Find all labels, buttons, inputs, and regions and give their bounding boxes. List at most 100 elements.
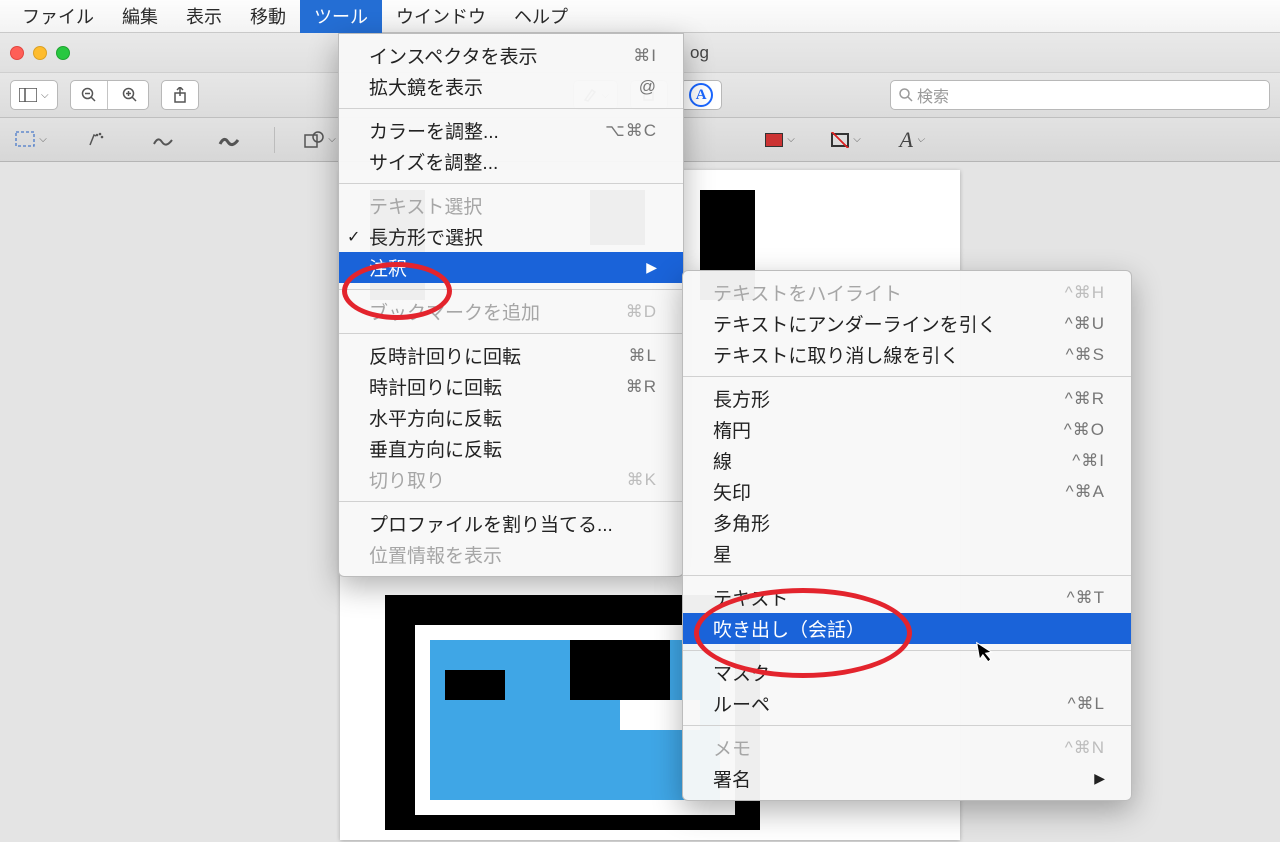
tools-menu-item-7[interactable]: ✓長方形で選択 <box>339 221 683 252</box>
annot-menu-item-17: メモ^⌘N <box>683 732 1131 763</box>
menu-item-label: ブックマークを追加 <box>369 298 540 325</box>
menu-item-label: 時計回りに回転 <box>369 373 502 400</box>
shortcut-label: ^⌘A <box>1066 482 1105 502</box>
menu-item-label: 吹き出し（会話） <box>713 615 865 642</box>
tools-menu-item-14[interactable]: 水平方向に反転 <box>339 402 683 433</box>
menu-item-label: 拡大鏡を表示 <box>369 73 483 100</box>
annot-menu-item-9[interactable]: 星 <box>683 538 1131 569</box>
border-color[interactable]: ⌵ <box>825 125 867 155</box>
fill-color[interactable]: ⌵ <box>759 125 801 155</box>
shortcut-label: ^⌘N <box>1065 738 1105 758</box>
menu-item-label: インスペクタを表示 <box>369 42 538 69</box>
tools-menu-separator <box>339 333 683 334</box>
shortcut-label: ^⌘T <box>1067 588 1105 608</box>
close-button[interactable] <box>10 46 24 60</box>
zoom-group[interactable] <box>70 80 149 110</box>
draw-tool[interactable] <box>208 125 250 155</box>
zoom-out-button[interactable] <box>71 81 108 109</box>
menu-item-label: ルーペ <box>713 690 770 717</box>
shortcut-label: ^⌘U <box>1065 314 1105 334</box>
menu-item-label: プロファイルを割り当てる... <box>369 510 613 537</box>
select-tool[interactable]: ⌵ <box>10 125 52 155</box>
window-controls <box>10 46 70 60</box>
annot-menu-item-7[interactable]: 矢印 ^⌘A <box>683 476 1131 507</box>
menu-item-label: 切り取り <box>369 466 445 493</box>
menu-item-label: 矢印 <box>713 478 751 505</box>
chevron-down-icon: ⌵ <box>917 134 925 145</box>
annot-menu-separator <box>683 575 1131 576</box>
tools-menu-item-3[interactable]: カラーを調整...⌥⌘C <box>339 115 683 146</box>
tools-menu-separator <box>339 289 683 290</box>
menu-item-label: テキストをハイライト <box>713 279 902 306</box>
annot-menu-item-18[interactable]: 署名▶ <box>683 763 1131 794</box>
annot-menu-item-1[interactable]: テキストにアンダーラインを引く^⌘U <box>683 308 1131 339</box>
submenu-arrow-icon: ▶ <box>646 259 657 276</box>
shortcut-label: ^⌘O <box>1064 420 1105 440</box>
shortcut-label: @ <box>639 77 657 97</box>
annot-menu-item-14[interactable]: マスク <box>683 657 1131 688</box>
menu-window[interactable]: ウインドウ <box>382 0 500 33</box>
tools-menu-item-19: 位置情報を表示 <box>339 539 683 570</box>
annot-menu-item-5[interactable]: 楕円^⌘O <box>683 414 1131 445</box>
annot-menu-item-12[interactable]: 吹き出し（会話） <box>683 613 1131 644</box>
shortcut-label: ^⌘H <box>1065 283 1105 303</box>
chevron-down-icon: ⌵ <box>787 134 795 145</box>
border-swatch-icon <box>831 133 849 147</box>
menu-item-label: 注釈 <box>369 254 407 281</box>
zoom-in-button[interactable] <box>112 81 148 109</box>
menu-item-label: 署名 <box>713 765 751 792</box>
annot-menu-separator <box>683 725 1131 726</box>
chevron-down-icon: ⌵ <box>328 134 336 145</box>
tools-menu-item-13[interactable]: 時計回りに回転⌘R <box>339 371 683 402</box>
annot-menu-item-11[interactable]: テキスト^⌘T <box>683 582 1131 613</box>
sketch-tool[interactable] <box>142 125 184 155</box>
shortcut-label: ⌘K <box>627 470 657 490</box>
shapes-tool[interactable]: ⌵ <box>299 125 341 155</box>
shortcut-label: ^⌘R <box>1065 389 1105 409</box>
instant-alpha-tool[interactable] <box>76 125 118 155</box>
menu-help[interactable]: ヘルプ <box>500 0 582 33</box>
annot-menu-item-15[interactable]: ルーペ ^⌘L <box>683 688 1131 719</box>
sidebar-toggle[interactable]: ⌵ <box>10 80 58 110</box>
annot-menu-item-6[interactable]: 線 ^⌘I <box>683 445 1131 476</box>
annot-menu-item-4[interactable]: 長方形 ^⌘R <box>683 383 1131 414</box>
search-input[interactable]: 検索 <box>890 80 1270 110</box>
tools-menu-item-8[interactable]: 注釈 ▶ <box>339 252 683 283</box>
menu-item-label: 星 <box>713 540 732 567</box>
annot-menu-item-2[interactable]: テキストに取り消し線を引く^⌘S <box>683 339 1131 370</box>
menu-view[interactable]: 表示 <box>172 0 236 33</box>
chevron-down-icon: ⌵ <box>41 90 49 101</box>
menu-tools[interactable]: ツール <box>300 0 382 33</box>
share-button[interactable] <box>161 80 199 110</box>
menu-item-label: 線 <box>713 447 732 474</box>
tools-menu-item-0[interactable]: インスペクタを表示 ⌘I <box>339 40 683 71</box>
shortcut-label: ⌘I <box>633 46 657 66</box>
tools-menu-item-4[interactable]: サイズを調整... <box>339 146 683 177</box>
menu-edit[interactable]: 編集 <box>108 0 172 33</box>
text-style[interactable]: A⌵ <box>891 125 933 155</box>
annot-menu-item-8[interactable]: 多角形 <box>683 507 1131 538</box>
menu-item-label: 多角形 <box>713 509 770 536</box>
tools-menu-separator <box>339 183 683 184</box>
tools-menu-item-18[interactable]: プロファイルを割り当てる... <box>339 508 683 539</box>
shortcut-label: ^⌘I <box>1072 451 1105 471</box>
annotation-submenu: テキストをハイライト ^⌘H テキストにアンダーラインを引く^⌘Uテキストに取り消し… <box>682 270 1132 801</box>
tools-menu-item-1[interactable]: 拡大鏡を表示 @ <box>339 71 683 102</box>
tools-menu-item-12[interactable]: 反時計回りに回転⌘L <box>339 340 683 371</box>
tools-menu: インスペクタを表示⌘I拡大鏡を表示@カラーを調整...⌥⌘Cサイズを調整...テ… <box>338 33 684 577</box>
minimize-button[interactable] <box>33 46 47 60</box>
tools-menu-item-15[interactable]: 垂直方向に反転 <box>339 433 683 464</box>
markup-toggle[interactable]: A <box>680 80 722 110</box>
annot-menu-separator <box>683 650 1131 651</box>
zoom-button[interactable] <box>56 46 70 60</box>
annot-menu-item-0: テキストをハイライト ^⌘H <box>683 277 1131 308</box>
tools-menu-separator <box>339 108 683 109</box>
shortcut-label: ^⌘L <box>1068 694 1105 714</box>
chevron-down-icon: ⌵ <box>853 134 861 145</box>
fill-swatch-icon <box>765 133 783 147</box>
menu-go[interactable]: 移動 <box>236 0 300 33</box>
menu-file[interactable]: ファイル <box>8 0 108 33</box>
search-icon <box>899 88 913 102</box>
menu-item-label: 長方形 <box>713 385 770 412</box>
menu-item-label: 位置情報を表示 <box>369 541 502 568</box>
